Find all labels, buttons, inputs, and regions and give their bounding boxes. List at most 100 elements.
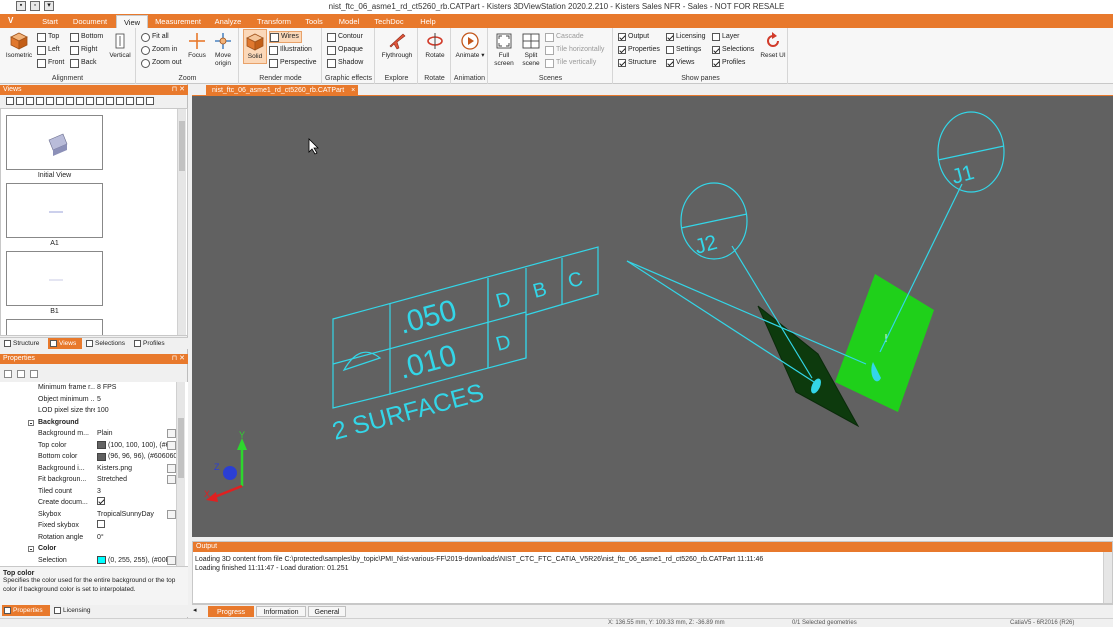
rotate-button[interactable]: Rotate (421, 31, 449, 60)
view-tool-icon[interactable] (96, 97, 104, 105)
settings-pane-checkbox[interactable]: Settings (666, 44, 701, 56)
view-thumbnail-initial[interactable] (6, 115, 103, 170)
property-row[interactable]: Selection (0, 255, 255), (#00FFFF) (0, 555, 176, 567)
tab-analyze[interactable]: Analyze (208, 15, 248, 28)
view-tool-icon[interactable] (136, 97, 144, 105)
selections-pane-checkbox[interactable]: Selections (712, 44, 754, 56)
tab-start[interactable]: Start (36, 15, 64, 28)
tab-structure[interactable]: Structure (2, 338, 46, 349)
property-row[interactable]: Background i... Kisters.png (0, 463, 176, 475)
collapse-icon[interactable] (28, 546, 34, 552)
right-button[interactable]: Right (70, 44, 97, 56)
output-pane-checkbox[interactable]: Output (618, 31, 649, 43)
fit-all-button[interactable]: Fit all (141, 31, 169, 43)
tab-licensing[interactable]: Licensing (52, 605, 98, 616)
property-value[interactable] (97, 520, 176, 528)
view-tool-icon[interactable] (106, 97, 114, 105)
perspective-button[interactable]: Perspective (269, 57, 317, 69)
tab-measurement[interactable]: Measurement (152, 15, 204, 28)
tab-help[interactable]: Help (414, 15, 442, 28)
3d-viewport[interactable]: .050 .010 D B C D 2 SURFACES J2 J1 Y X Z (192, 96, 1113, 537)
tab-transform[interactable]: Transform (252, 15, 296, 28)
property-value[interactable]: TropicalSunnyDay (97, 509, 176, 521)
property-row[interactable]: Rotation angle 0° (0, 532, 176, 544)
split-scene-button[interactable]: Split scene (518, 31, 544, 68)
reset-ui-button[interactable]: Reset UI (760, 31, 786, 60)
property-row[interactable]: Create docum... (0, 497, 176, 509)
scroll-left-icon[interactable]: ◂ (193, 606, 197, 614)
property-value[interactable]: 0° (97, 532, 176, 544)
property-row[interactable]: LOD pixel size thre...100 (0, 405, 176, 417)
zoom-in-button[interactable]: Zoom in (141, 44, 177, 56)
document-tab[interactable]: nist_ftc_06_asme1_rd_ct5260_rb.CATPart × (206, 85, 359, 96)
properties-pane-checkbox[interactable]: Properties (618, 44, 660, 56)
view-tool-icon[interactable] (76, 97, 84, 105)
property-value[interactable]: (96, 96, 96), (#606060) (97, 451, 176, 463)
view-tool-icon[interactable] (146, 97, 154, 105)
property-value[interactable]: (100, 100, 100), (#646464) (97, 440, 176, 452)
flythrough-button[interactable]: Flythrough (378, 31, 416, 60)
view-thumbnail-next[interactable] (6, 319, 103, 335)
views-scrollbar[interactable] (177, 109, 186, 335)
illustration-button[interactable]: Illustration (269, 44, 312, 56)
property-value[interactable]: (0, 255, 255), (#00FFFF) (97, 555, 176, 567)
close-icon[interactable]: × (351, 85, 355, 96)
dropdown-icon[interactable] (167, 555, 176, 565)
property-value[interactable]: Kisters.png (97, 463, 176, 475)
view-tool-icon[interactable] (26, 97, 34, 105)
tab-techdoc[interactable]: TechDoc (370, 15, 408, 28)
licensing-pane-checkbox[interactable]: Licensing (666, 31, 706, 43)
property-row[interactable]: Fixed skybox (0, 520, 176, 532)
view-tool-icon[interactable] (46, 97, 54, 105)
tab-progress[interactable]: Progress (208, 606, 254, 617)
view-tool-icon[interactable] (66, 97, 74, 105)
pin-icon[interactable]: ⊓ ✕ (172, 354, 185, 364)
property-value[interactable]: 3 (97, 486, 176, 498)
view-tool-icon[interactable] (16, 97, 24, 105)
opaque-button[interactable]: Opaque (327, 44, 363, 56)
tab-document[interactable]: Document (68, 15, 112, 28)
property-value[interactable]: 100 (97, 405, 176, 417)
back-button[interactable]: Back (70, 57, 97, 69)
wires-button[interactable]: Wires (269, 31, 302, 43)
dropdown-icon[interactable] (167, 463, 176, 473)
property-row[interactable]: Minimum frame r... 8 FPS (0, 382, 176, 394)
profiles-pane-checkbox[interactable]: Profiles (712, 57, 745, 69)
property-value[interactable]: Plain (97, 428, 176, 440)
view-tool-icon[interactable] (86, 97, 94, 105)
left-button[interactable]: Left (37, 44, 60, 56)
collapse-icon[interactable] (28, 419, 34, 426)
tab-profiles[interactable]: Profiles (132, 338, 172, 349)
dropdown-icon[interactable] (167, 440, 176, 450)
property-category[interactable]: Color (0, 543, 176, 555)
sort-categorized-icon[interactable] (4, 370, 12, 378)
top-button[interactable]: Top (37, 31, 59, 43)
tab-general[interactable]: General (308, 606, 346, 617)
tab-view[interactable]: View (116, 15, 148, 28)
property-row[interactable]: Background m... Plain (0, 428, 176, 440)
property-row[interactable]: Object minimum ... 5 (0, 394, 176, 406)
view-thumbnail-a1[interactable] (6, 183, 103, 238)
properties-scrollbar-thumb[interactable] (178, 418, 184, 478)
property-value[interactable]: Stretched (97, 474, 176, 486)
full-screen-button[interactable]: Full screen (491, 31, 517, 68)
view-thumbnail-b1[interactable] (6, 251, 103, 306)
property-row[interactable]: Tiled count 3 (0, 486, 176, 498)
view-tool-icon[interactable] (56, 97, 64, 105)
tab-model[interactable]: Model (334, 15, 364, 28)
shadow-button[interactable]: Shadow (327, 57, 363, 69)
dropdown-icon[interactable] (167, 509, 176, 519)
pin-icon[interactable]: ⊓ ✕ (172, 85, 185, 95)
focus-button[interactable]: Focus (185, 31, 209, 60)
solid-button[interactable]: Solid (243, 29, 267, 64)
dropdown-icon[interactable] (167, 429, 176, 438)
checkbox-unchecked-icon[interactable] (97, 520, 105, 528)
view-tool-icon[interactable] (6, 97, 14, 105)
structure-pane-checkbox[interactable]: Structure (618, 57, 656, 69)
sort-alphabetical-icon[interactable] (17, 370, 25, 378)
property-row[interactable]: Bottom color (96, 96, 96), (#606060) (0, 451, 176, 463)
property-value[interactable] (97, 497, 176, 505)
tab-properties[interactable]: Properties (2, 605, 50, 616)
view-tool-icon[interactable] (36, 97, 44, 105)
property-value[interactable]: 5 (97, 394, 176, 406)
